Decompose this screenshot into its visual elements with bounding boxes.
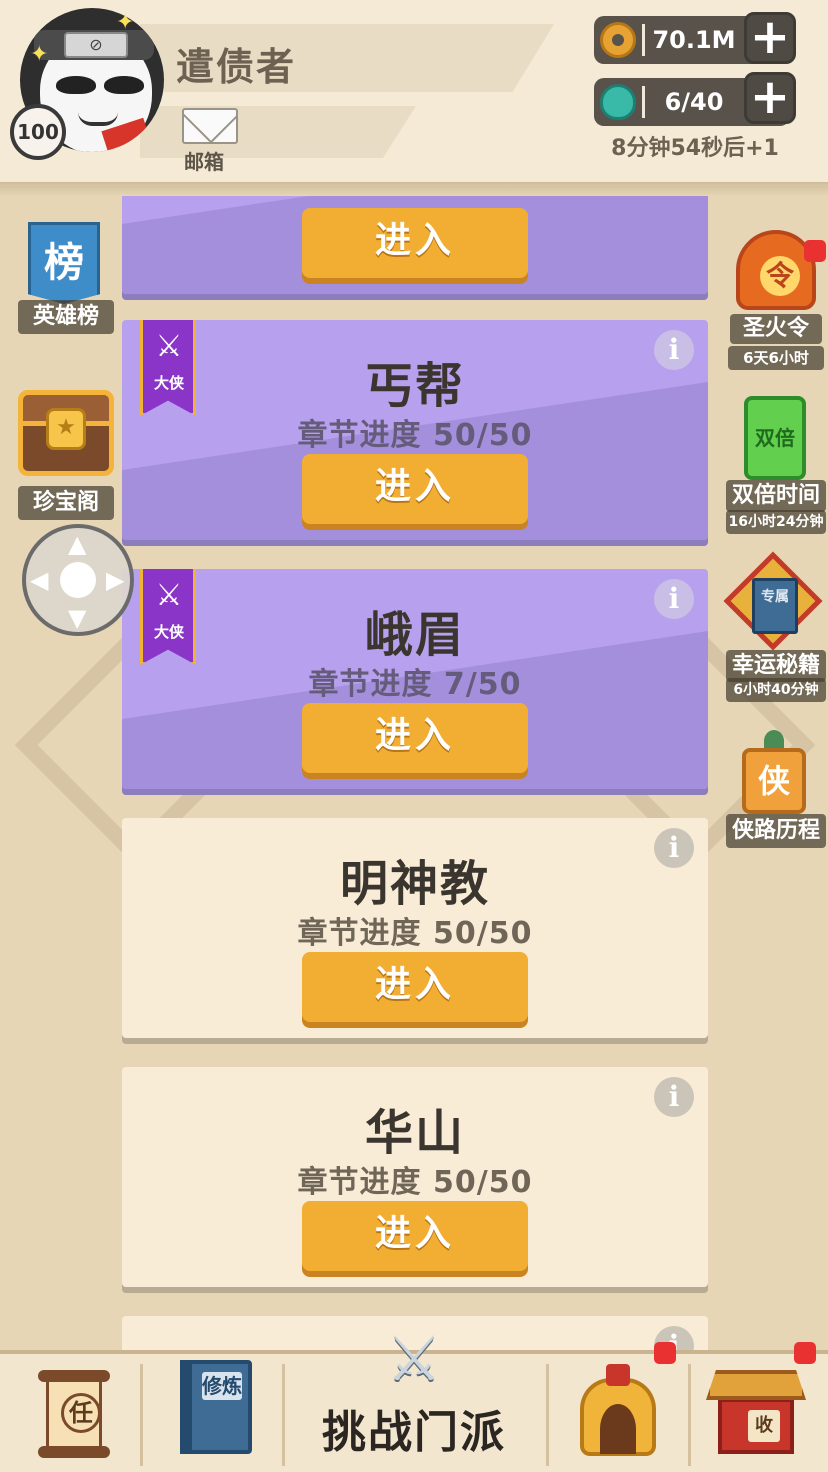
sect-list[interactable]: 进入 ⚔ 大侠 i 丐帮 章节进度 50/50 进入 ⚔ 大侠 i 峨眉 章节进…	[122, 196, 710, 1352]
seal-icon: 侠	[742, 748, 806, 814]
holy-fire-label: 圣火令	[730, 314, 822, 344]
divider	[642, 24, 645, 56]
sect-name: 华山	[364, 1105, 465, 1161]
hall-icon: 收	[718, 1398, 794, 1454]
divider	[282, 1364, 285, 1466]
challenge-sect-label: 挑战门派	[322, 1407, 506, 1458]
crossed-swords-icon: ⚔	[386, 1322, 442, 1395]
lucky-manual-timer: 6小时40分钟	[726, 678, 826, 702]
headband-plate: ⊘	[64, 32, 128, 58]
stamina-regen-timer: 8分钟54秒后+1	[611, 136, 779, 161]
stamina-gem-icon	[600, 84, 636, 120]
nav-tasks-button[interactable]: 任	[38, 1366, 110, 1460]
sect-name: 明神教	[339, 856, 490, 912]
double-time-timer: 16小时24分钟	[726, 510, 826, 534]
book-icon: 专属	[752, 578, 798, 634]
book-spine	[180, 1360, 192, 1454]
hero-ranking-label: 英雄榜	[18, 300, 114, 334]
enter-button[interactable]: 进入	[302, 952, 528, 1022]
arrow-down-icon: ▼	[68, 604, 87, 632]
mail-label: 邮箱	[184, 150, 224, 174]
bottom-navigation: 任 修炼 ⚔ 挑战门派 收	[0, 1324, 828, 1472]
sparkle-icon: ✦	[30, 42, 49, 67]
double-card-icon: 双倍	[744, 396, 806, 480]
scroll-rod	[38, 1370, 110, 1382]
arrow-right-icon: ▶	[106, 566, 125, 594]
arrow-left-icon: ◀	[30, 566, 49, 594]
coin-icon	[600, 22, 636, 58]
avatar-eye	[104, 76, 144, 94]
notification-dot	[654, 1342, 676, 1364]
nav-equipment-button[interactable]	[580, 1364, 656, 1458]
sect-name: 峨眉	[364, 607, 465, 663]
scroll-rod	[38, 1446, 110, 1458]
nav-collect-button[interactable]: 收	[706, 1364, 806, 1460]
sect-progress: 章节进度 50/50	[297, 1165, 533, 1200]
divider	[140, 1364, 143, 1466]
lucky-manual-button[interactable]: 专属 幸运秘籍 6小时40分钟	[723, 551, 828, 702]
player-level-badge: 100	[10, 104, 66, 160]
envelope-icon	[182, 108, 238, 144]
divider	[642, 86, 645, 118]
joystick-knob	[60, 562, 96, 598]
sect-card: ⚔ 大侠 i 丐帮 章节进度 50/50 进入	[122, 320, 708, 540]
divider	[688, 1364, 691, 1466]
treasure-pavilion-button[interactable]: ★ 珍宝阁	[16, 386, 116, 522]
double-time-button[interactable]: 双倍 双倍时间 16小时24分钟	[726, 396, 826, 536]
enter-button[interactable]: 进入	[302, 208, 528, 278]
cultivate-book-icon: 修炼	[202, 1372, 242, 1400]
enter-button[interactable]: 进入	[302, 703, 528, 773]
holy-fire-timer: 6天6小时	[728, 346, 824, 370]
sparkle-icon: ✦	[116, 10, 135, 35]
player-name: 遣债者	[176, 45, 297, 89]
arrow-up-icon: ▲	[68, 530, 87, 558]
sect-card: i 华山 章节进度 50/50 进入	[122, 1067, 708, 1287]
token-glyph: 令	[760, 256, 800, 296]
star-icon: ★	[46, 408, 86, 450]
nav-challenge-sect-button[interactable]: ⚔ 挑战门派	[286, 1324, 542, 1472]
enter-button[interactable]: 进入	[302, 454, 528, 524]
roof-icon	[706, 1370, 806, 1400]
notification-dot	[804, 240, 826, 262]
sect-card: ⚔ 大侠 i 峨眉 章节进度 7/50 进入	[122, 569, 708, 789]
hero-journey-button[interactable]: 侠 侠路历程	[726, 726, 826, 848]
helmet-plume	[606, 1364, 630, 1386]
enter-button[interactable]: 进入	[302, 1201, 528, 1271]
virtual-joystick[interactable]: ▲ ▼ ◀ ▶	[22, 524, 134, 636]
ranking-banner-icon: 榜	[28, 222, 100, 304]
mail-button[interactable]: 邮箱	[180, 108, 242, 174]
nav-cultivate-button[interactable]: 修炼	[180, 1360, 252, 1454]
collect-glyph: 收	[748, 1410, 780, 1442]
hero-journey-label: 侠路历程	[726, 814, 826, 848]
helmet-visor	[600, 1404, 636, 1454]
avatar-eye	[56, 76, 96, 94]
double-time-label: 双倍时间	[726, 480, 826, 512]
notification-dot	[794, 1342, 816, 1364]
sect-progress: 章节进度 50/50	[297, 418, 533, 453]
stamina-value: 6/40	[664, 88, 724, 116]
treasure-pavilion-label: 珍宝阁	[18, 486, 114, 520]
sect-card: i 明神教 章节进度 50/50 进入	[122, 818, 708, 1038]
divider	[546, 1364, 549, 1466]
sect-name: 丐帮	[364, 358, 465, 414]
coin-value: 70.1M	[652, 26, 736, 54]
header-shadow	[0, 182, 828, 196]
sect-progress: 章节进度 50/50	[297, 916, 533, 951]
sect-progress: 章节进度 7/50	[308, 667, 522, 702]
add-coins-button[interactable]: +	[744, 12, 796, 64]
hero-ranking-button[interactable]: 榜 英雄榜	[18, 222, 114, 336]
add-stamina-button[interactable]: +	[744, 72, 796, 124]
sect-card: 进入	[122, 196, 708, 294]
task-glyph: 任	[61, 1393, 101, 1433]
scroll-icon: 任	[46, 1376, 102, 1450]
